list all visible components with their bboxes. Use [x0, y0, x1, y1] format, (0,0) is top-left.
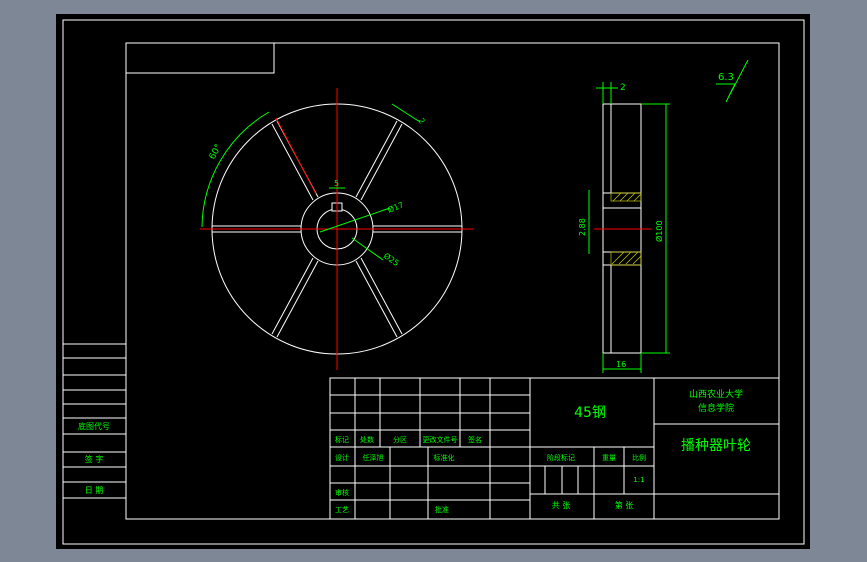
cad-drawing-canvas: 底图代号 签 字 日 期 60° 2 5 Ø17 Ø25 2 2.88 Ø100… — [56, 14, 810, 549]
scale-value: 1:1 — [633, 476, 644, 484]
rev-header-doc: 更改文件号 — [423, 435, 458, 444]
rev-header-count: 处数 — [360, 435, 374, 444]
process-label: 工艺 — [335, 506, 349, 514]
part-name: 播种器叶轮 — [681, 438, 751, 454]
college-name: 信息学院 — [698, 402, 734, 414]
material-label: 45钢 — [574, 405, 606, 421]
drawing-sheet — [56, 14, 810, 549]
review-label: 审核 — [335, 488, 349, 497]
bore-offset-dimension: 2.88 — [578, 218, 587, 236]
stage-mark-label: 阶段标记 — [547, 453, 575, 462]
rev-header-mark: 标记 — [335, 435, 349, 444]
surface-finish-value: 6.3 — [718, 72, 734, 83]
design-label: 设计 — [335, 453, 349, 462]
rev-header-zone: 分区 — [393, 435, 407, 444]
date-label: 日 期 — [85, 486, 104, 495]
signature-label: 签 字 — [85, 454, 104, 464]
thickness-dimension: 16 — [616, 360, 626, 369]
designer-name: 任泽旭 — [363, 453, 384, 462]
approve-label: 批准 — [435, 505, 449, 514]
total-sheets-label: 共 张 — [552, 501, 571, 510]
sheet-number-label: 第 张 — [615, 500, 634, 510]
school-name: 山西农业大学 — [689, 388, 743, 400]
rev-header-signature: 签名 — [468, 435, 482, 444]
standardization-label: 标准化 — [434, 453, 455, 462]
weight-label: 重量 — [602, 454, 616, 462]
width-top-dimension: 2 — [620, 83, 626, 93]
scale-label: 比例 — [632, 453, 646, 462]
old-drawing-no-label: 底图代号 — [78, 421, 110, 431]
diameter-dimension: Ø100 — [654, 220, 664, 242]
key-dimension: 5 — [334, 179, 339, 188]
